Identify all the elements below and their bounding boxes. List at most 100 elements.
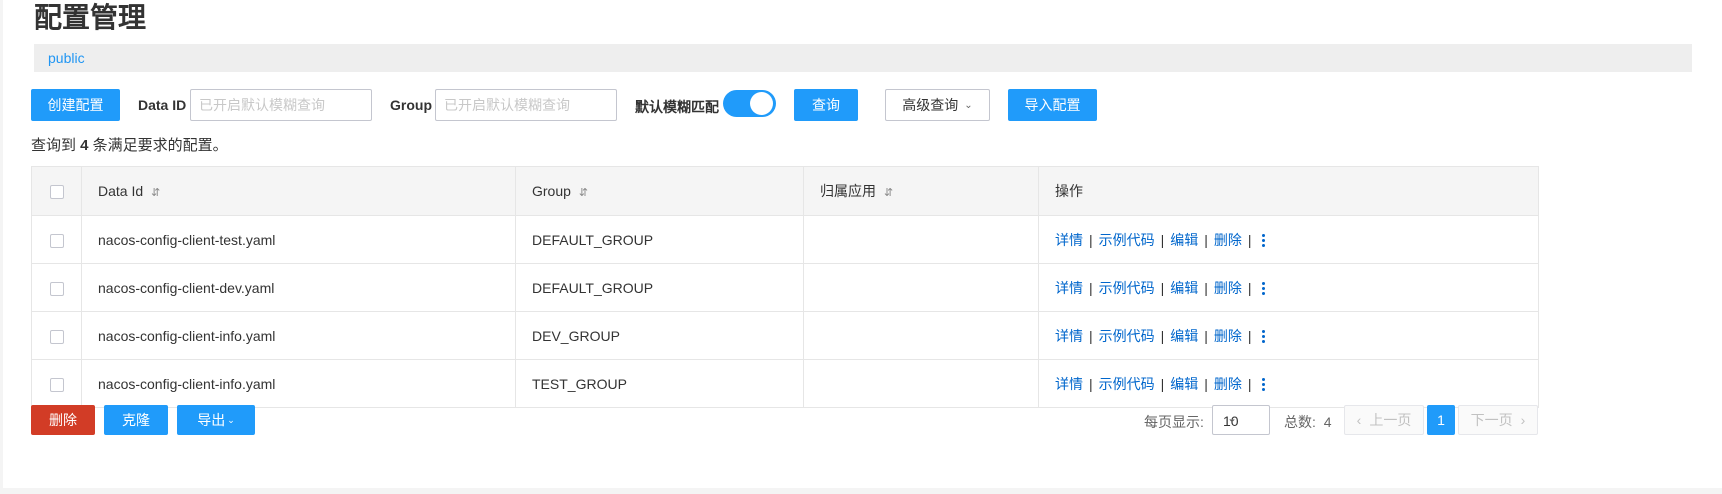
namespace-bar: public xyxy=(34,44,1692,72)
more-vertical-icon[interactable] xyxy=(1261,376,1265,393)
row-checkbox[interactable] xyxy=(49,329,64,344)
edit-link[interactable]: 编辑 xyxy=(1170,376,1198,392)
action-separator: | xyxy=(1204,327,1208,344)
page-1-button[interactable]: 1 xyxy=(1427,405,1455,435)
row-checkbox[interactable] xyxy=(49,281,64,296)
action-separator: | xyxy=(1089,375,1093,392)
action-separator: | xyxy=(1247,279,1252,296)
row-checkbox[interactable] xyxy=(49,233,64,248)
select-all-checkbox[interactable] xyxy=(49,185,64,200)
detail-link[interactable]: 详情 xyxy=(1055,232,1083,248)
app-cell xyxy=(803,359,1039,408)
row-select-cell xyxy=(31,215,82,264)
prev-page-label: 上一页 xyxy=(1369,412,1412,428)
export-label: 导出 xyxy=(197,412,226,428)
group-cell: DEFAULT_GROUP xyxy=(515,215,804,264)
summary-prefix: 查询到 xyxy=(31,137,81,154)
summary-count: 4 xyxy=(80,137,89,154)
column-actions: 操作 xyxy=(1038,166,1539,216)
clone-button[interactable]: 克隆 xyxy=(104,405,168,435)
table-row: nacos-config-client-test.yaml DEFAULT_GRO… xyxy=(31,215,1539,264)
data-id-cell: nacos-config-client-info.yaml xyxy=(81,311,516,360)
action-separator: | xyxy=(1160,375,1165,392)
actions-cell: 详情 | 示例代码 | 编辑 | 删除 | xyxy=(1038,215,1539,264)
sample-code-link[interactable]: 示例代码 xyxy=(1099,280,1155,296)
more-vertical-icon[interactable] xyxy=(1261,232,1265,249)
table-row: nacos-config-client-info.yaml TEST_GROUP 详… xyxy=(31,359,1539,408)
sample-code-link[interactable]: 示例代码 xyxy=(1099,376,1155,392)
advanced-query-button[interactable]: 高级查询 ⌄ xyxy=(885,89,990,121)
total-label-text: 总数: xyxy=(1284,414,1316,430)
delete-link[interactable]: 删除 xyxy=(1214,328,1242,344)
batch-delete-button[interactable]: 删除 xyxy=(31,405,95,435)
action-separator: | xyxy=(1160,279,1165,296)
column-data-id[interactable]: Data Id ⇵ xyxy=(81,166,516,216)
chevron-down-icon: ⌄ xyxy=(227,414,235,425)
action-separator: | xyxy=(1089,279,1093,296)
row-checkbox[interactable] xyxy=(49,377,64,392)
group-cell: DEV_GROUP xyxy=(515,311,804,360)
data-id-cell: nacos-config-client-test.yaml xyxy=(81,215,516,264)
sample-code-link[interactable]: 示例代码 xyxy=(1099,328,1155,344)
data-id-cell: nacos-config-client-info.yaml xyxy=(81,359,516,408)
edit-link[interactable]: 编辑 xyxy=(1170,280,1198,296)
sample-code-link[interactable]: 示例代码 xyxy=(1099,232,1155,248)
column-app[interactable]: 归属应用 ⇵ xyxy=(803,166,1039,216)
row-select-cell xyxy=(31,359,82,408)
edit-link[interactable]: 编辑 xyxy=(1170,232,1198,248)
action-separator: | xyxy=(1089,231,1093,248)
action-separator: | xyxy=(1247,231,1252,248)
page-title: 配置管理 xyxy=(34,2,147,33)
sort-icon[interactable]: ⇵ xyxy=(579,187,588,199)
column-data-id-label: Data Id xyxy=(98,183,144,199)
config-table: Data Id ⇵ Group ⇵ 归属应用 ⇵ 操作 nacos-config-cl… xyxy=(31,166,1539,408)
data-id-input[interactable] xyxy=(190,89,372,121)
delete-link[interactable]: 删除 xyxy=(1214,376,1242,392)
action-separator: | xyxy=(1089,327,1093,344)
action-separator: | xyxy=(1160,327,1165,344)
more-vertical-icon[interactable] xyxy=(1261,280,1265,297)
app-cell xyxy=(803,263,1039,312)
advanced-query-label: 高级查询 xyxy=(902,97,959,113)
delete-link[interactable]: 删除 xyxy=(1214,232,1242,248)
delete-link[interactable]: 删除 xyxy=(1214,280,1242,296)
table-header-row: Data Id ⇵ Group ⇵ 归属应用 ⇵ 操作 xyxy=(31,166,1539,216)
chevron-left-icon: ‹ xyxy=(1356,412,1362,428)
prev-page-button[interactable]: ‹ 上一页 xyxy=(1344,405,1424,435)
group-label: Group xyxy=(390,97,432,113)
select-all-cell xyxy=(31,166,82,216)
sort-icon[interactable]: ⇵ xyxy=(151,187,160,199)
query-summary: 查询到 4 条满足要求的配置。 xyxy=(31,134,228,155)
fuzzy-match-toggle[interactable] xyxy=(723,90,776,117)
create-config-button[interactable]: 创建配置 xyxy=(31,89,120,121)
more-vertical-icon[interactable] xyxy=(1261,328,1265,345)
query-button[interactable]: 查询 xyxy=(794,89,858,121)
action-separator: | xyxy=(1204,231,1208,248)
actions-cell: 详情 | 示例代码 | 编辑 | 删除 | xyxy=(1038,359,1539,408)
group-input[interactable] xyxy=(435,89,617,121)
detail-link[interactable]: 详情 xyxy=(1055,376,1083,392)
group-cell: DEFAULT_GROUP xyxy=(515,263,804,312)
table-row: nacos-config-client-info.yaml DEV_GROUP 详情… xyxy=(31,311,1539,360)
page-size-select[interactable]: 10 ⌄ xyxy=(1212,405,1270,435)
edit-link[interactable]: 编辑 xyxy=(1170,328,1198,344)
export-button[interactable]: 导出 ⌄ xyxy=(177,405,255,435)
sort-icon[interactable]: ⇵ xyxy=(884,187,893,199)
app-cell xyxy=(803,311,1039,360)
app-cell xyxy=(803,215,1039,264)
chevron-down-icon: ⌄ xyxy=(964,99,973,111)
column-group-label: Group xyxy=(532,183,571,199)
next-page-label: 下一页 xyxy=(1470,412,1513,428)
namespace-link[interactable]: public xyxy=(48,50,85,66)
total-count: 4 xyxy=(1323,414,1332,430)
detail-link[interactable]: 详情 xyxy=(1055,280,1083,296)
next-page-button[interactable]: 下一页 › xyxy=(1458,405,1538,435)
actions-cell: 详情 | 示例代码 | 编辑 | 删除 | xyxy=(1038,263,1539,312)
actions-cell: 详情 | 示例代码 | 编辑 | 删除 | xyxy=(1038,311,1539,360)
import-config-button[interactable]: 导入配置 xyxy=(1008,89,1097,121)
column-group[interactable]: Group ⇵ xyxy=(515,166,804,216)
detail-link[interactable]: 详情 xyxy=(1055,328,1083,344)
chevron-down-icon: ⌄ xyxy=(1227,411,1238,425)
row-select-cell xyxy=(31,263,82,312)
action-separator: | xyxy=(1204,279,1208,296)
